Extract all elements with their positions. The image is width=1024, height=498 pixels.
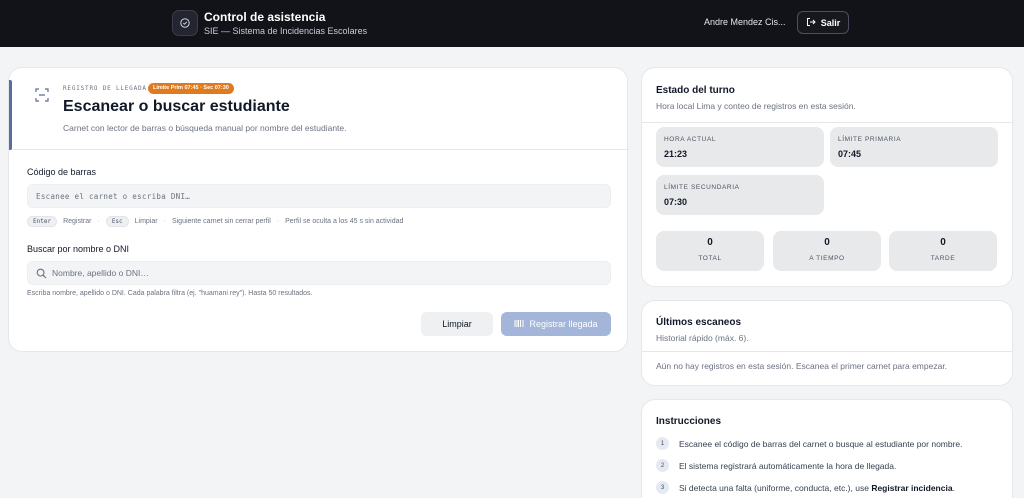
next-hint: Siguiente carnet sin cerrar perfil (171, 217, 271, 225)
app-subtitle: SIE — Sistema de Incidencias Escolares (204, 26, 368, 36)
instructions-title: Instrucciones (656, 416, 722, 427)
barcode-icon (514, 319, 524, 330)
step-number: 3 (656, 481, 669, 494)
limite-primaria-tile: LÍMITE PRIMARIA 07:45 (830, 127, 998, 167)
step-text: Si detecta una falta (uniforme, conducta… (679, 483, 955, 493)
scan-title: Escanear o buscar estudiante (63, 98, 290, 115)
stat-a-tiempo-value: 0 (824, 237, 830, 248)
instructions-card: Instrucciones 1 Escanee el código de bar… (641, 399, 1013, 498)
scan-subtitle: Carnet con lector de barras o búsqueda m… (63, 123, 347, 133)
stat-total-value: 0 (707, 237, 713, 248)
recent-scans-card: Últimos escaneos Historial rápido (máx. … (641, 300, 1013, 386)
scan-card-header: REGISTRO DE LLEGADA Límite Prim 07:45 · … (9, 68, 629, 150)
hora-actual-value: 21:23 (664, 149, 688, 159)
app-title: Control de asistencia (204, 10, 326, 24)
step-text: El sistema registrará automáticamente la… (679, 460, 897, 471)
separator: · (276, 217, 280, 225)
limit-badge: Límite Prim 07:45 · Sec 07:30 (148, 83, 234, 94)
stat-total-label: TOTAL (698, 255, 722, 262)
clear-button[interactable]: Limpiar (421, 312, 493, 336)
divider (642, 351, 1012, 352)
limite-secundaria-label: LÍMITE SECUNDARIA (664, 184, 740, 191)
hora-actual-label: HORA ACTUAL (664, 136, 717, 143)
separator: · (97, 217, 100, 225)
step-number: 2 (656, 459, 669, 472)
logout-button[interactable]: Salir (797, 11, 849, 34)
turno-subtitle: Hora local Lima y conteo de registros en… (656, 101, 856, 111)
step-text: Escanee el código de barras del carnet o… (679, 438, 963, 449)
user-name[interactable]: Andre Mendez Cis... (704, 17, 786, 27)
step-text-end: . (952, 482, 955, 493)
recent-empty-message: Aún no hay registros en esta sesión. Esc… (656, 361, 948, 371)
barcode-label: Código de barras (27, 167, 97, 177)
hide-hint: Perfil se oculta a los 45 s sin activida… (285, 217, 404, 225)
logout-icon (806, 17, 816, 29)
barcode-input[interactable]: Escanee el carnet o escriba DNI… (27, 184, 611, 208)
search-icon (36, 268, 47, 281)
turno-card: Estado del turno Hora local Lima y conte… (641, 67, 1013, 287)
search-help: Escriba nombre, apellido o DNI. Cada pal… (27, 290, 313, 297)
limite-primaria-label: LÍMITE PRIMARIA (838, 136, 902, 143)
top-bar: Control de asistencia SIE — Sistema de I… (0, 0, 1024, 47)
barcode-placeholder: Escanee el carnet o escriba DNI… (36, 191, 191, 201)
stat-total: 0 TOTAL (656, 231, 764, 271)
separator: · (163, 217, 166, 225)
enter-hint: Registrar (63, 217, 92, 225)
stat-a-tiempo: 0 A TIEMPO (773, 231, 881, 271)
incident-link[interactable]: Registrar incidencia (871, 483, 952, 493)
turno-title: Estado del turno (656, 85, 735, 96)
step-text-part: Si detecta una falta (uniforme, conducta… (679, 482, 872, 493)
accent-bar (9, 80, 12, 150)
stat-a-tiempo-label: A TIEMPO (809, 255, 845, 262)
register-button[interactable]: Registrar llegada (501, 312, 611, 336)
recent-subtitle: Historial rápido (máx. 6). (656, 333, 749, 343)
hora-actual-tile: HORA ACTUAL 21:23 (656, 127, 824, 167)
esc-key: Esc (105, 215, 129, 227)
search-input[interactable]: Nombre, apellido o DNI… (27, 261, 611, 285)
instruction-step: 3 Si detecta una falta (uniforme, conduc… (656, 481, 955, 494)
divider (642, 122, 1012, 123)
register-label: Registrar llegada (529, 319, 598, 329)
scan-card: REGISTRO DE LLEGADA Límite Prim 07:45 · … (8, 67, 629, 352)
search-placeholder: Nombre, apellido o DNI… (52, 268, 149, 278)
keyboard-hints: Enter Registrar · Esc Limpiar · Siguient… (27, 214, 403, 228)
stat-tarde-label: TARDE (930, 255, 956, 262)
esc-hint: Limpiar (134, 217, 158, 225)
step-number: 1 (656, 437, 669, 450)
search-label: Buscar por nombre o DNI (27, 244, 130, 254)
limite-primaria-value: 07:45 (838, 149, 862, 159)
instruction-step: 1 Escanee el código de barras del carnet… (656, 437, 963, 450)
limite-secundaria-tile: LÍMITE SECUNDARIA 07:30 (656, 175, 824, 215)
shield-icon (172, 10, 198, 36)
scan-icon (35, 88, 49, 102)
stat-tarde-value: 0 (940, 237, 946, 248)
stat-tarde: 0 TARDE (889, 231, 997, 271)
section-kicker: REGISTRO DE LLEGADA (63, 85, 147, 92)
enter-key: Enter (27, 215, 58, 227)
instruction-step: 2 El sistema registrará automáticamente … (656, 459, 896, 472)
recent-title: Últimos escaneos (656, 317, 742, 328)
limite-secundaria-value: 07:30 (664, 197, 688, 207)
logout-label: Salir (820, 17, 841, 28)
